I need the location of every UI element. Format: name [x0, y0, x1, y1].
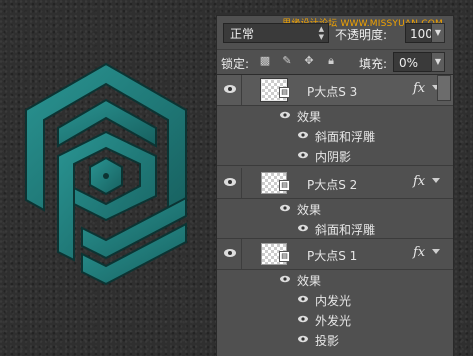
effects-label: 效果	[297, 274, 322, 288]
layer-name[interactable]: P大点S 2	[307, 176, 357, 193]
visibility-eye-icon[interactable]	[279, 204, 291, 212]
layer-name[interactable]: P大点S 1	[307, 247, 357, 264]
effect-label: 斜面和浮雕	[315, 223, 376, 237]
fill-dropdown-button[interactable]: ▼	[431, 52, 445, 72]
separator	[241, 239, 242, 269]
effect-label: 内阴影	[315, 150, 352, 164]
effect-label: 斜面和浮雕	[315, 130, 376, 144]
effect-item[interactable]: 投影	[217, 329, 453, 349]
smart-object-badge-icon: ▤	[279, 87, 290, 98]
visibility-eye-icon[interactable]	[223, 177, 237, 187]
layer-row[interactable]: ▤ P大点S 2 fx	[217, 168, 453, 199]
effect-item[interactable]: 内阴影	[217, 145, 453, 166]
opacity-label: 不透明度:	[335, 28, 388, 42]
visibility-eye-icon[interactable]	[297, 151, 309, 159]
separator	[241, 75, 242, 105]
separator	[241, 168, 242, 198]
visibility-eye-icon[interactable]	[223, 84, 237, 94]
effects-expand-icon[interactable]	[432, 178, 440, 183]
blend-mode-value: 正常	[230, 27, 255, 41]
layers-panel: 思缘设计论坛 WWW.MISSYUAN.COM 正常 ▲ ▼ 不透明度: 100%…	[216, 15, 454, 356]
lock-position-icon[interactable]: ✥	[303, 55, 315, 67]
effects-group[interactable]: 效果	[217, 269, 453, 289]
effect-item[interactable]: 外发光	[217, 309, 453, 329]
layer-row[interactable]: ▤ P大点S 3 fx	[217, 75, 453, 106]
select-arrows-icon: ▲ ▼	[318, 25, 324, 41]
effects-group[interactable]: 效果	[217, 198, 453, 218]
fx-icon[interactable]: fx	[413, 174, 425, 189]
effect-label: 投影	[315, 334, 340, 348]
effect-item[interactable]: 内发光	[217, 289, 453, 309]
lock-label: 锁定:	[221, 57, 250, 71]
smart-object-badge-icon: ▤	[279, 180, 290, 191]
blend-mode-select[interactable]: 正常 ▲ ▼	[223, 23, 329, 43]
effects-label: 效果	[297, 203, 322, 217]
effects-expand-icon[interactable]	[432, 249, 440, 254]
logo-graphic	[25, 62, 187, 286]
effect-item[interactable]: 斜面和浮雕	[217, 125, 453, 145]
visibility-eye-icon[interactable]	[297, 295, 309, 303]
visibility-eye-icon[interactable]	[297, 335, 309, 343]
fx-icon[interactable]: fx	[413, 245, 425, 260]
visibility-eye-icon[interactable]	[223, 248, 237, 258]
effect-label: 内发光	[315, 294, 352, 308]
smart-object-badge-icon: ▤	[279, 251, 290, 262]
layer-list: ▤ P大点S 3 fx 效果 斜面和浮雕 内阴影 ▤ P大点S 2 fx 效果 …	[217, 74, 453, 356]
effect-item[interactable]: 斜面和浮雕	[217, 218, 453, 239]
layer-row[interactable]: ▤ P大点S 1 fx	[217, 239, 453, 270]
visibility-eye-icon[interactable]	[297, 131, 309, 139]
fx-icon[interactable]: fx	[413, 81, 425, 96]
lock-all-icon[interactable]: 🔒︎	[325, 55, 337, 67]
visibility-eye-icon[interactable]	[279, 275, 291, 283]
visibility-eye-icon[interactable]	[297, 315, 309, 323]
layer-name[interactable]: P大点S 3	[307, 83, 357, 100]
effects-label: 效果	[297, 110, 322, 124]
scrollbar-thumb[interactable]	[437, 75, 451, 101]
opacity-dropdown-button[interactable]: ▼	[431, 23, 445, 43]
effects-group[interactable]: 效果	[217, 105, 453, 125]
visibility-eye-icon[interactable]	[297, 224, 309, 232]
visibility-eye-icon[interactable]	[279, 111, 291, 119]
effect-label: 外发光	[315, 314, 352, 328]
fill-label: 填充:	[359, 57, 388, 71]
lock-transparent-pixels-icon[interactable]: ▩	[259, 55, 271, 67]
lock-image-pixels-icon[interactable]: ✎	[281, 55, 293, 67]
